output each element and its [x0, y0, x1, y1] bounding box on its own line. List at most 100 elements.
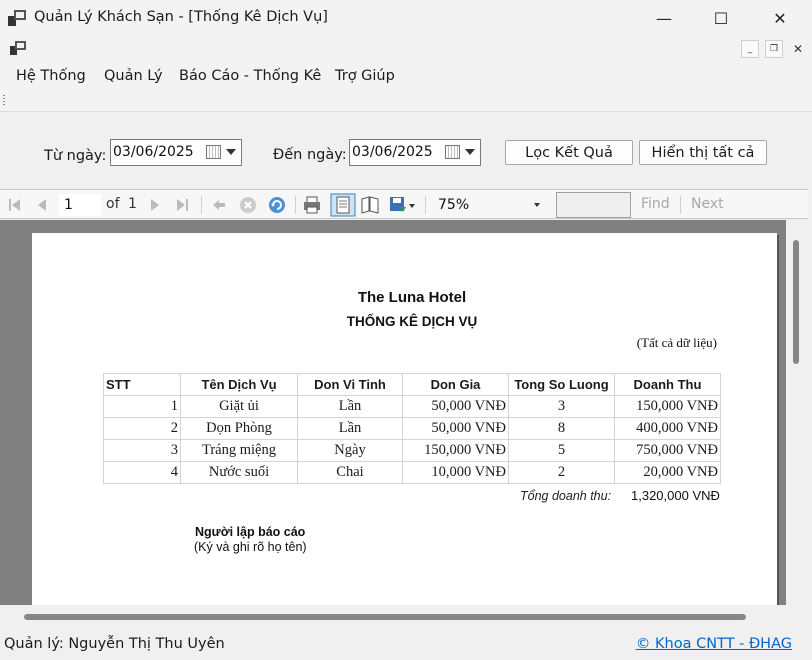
chevron-down-icon[interactable] — [226, 149, 236, 155]
toolstrip-grip-icon[interactable] — [3, 95, 5, 107]
first-page-icon[interactable] — [5, 195, 25, 215]
from-date-value: 03/06/2025 — [113, 144, 194, 160]
maximize-button[interactable]: ☐ — [691, 0, 751, 36]
title-bar: Quản Lý Khách Sạn - [Thống Kê Dịch Vụ] —… — [0, 0, 812, 36]
to-date-label: Đến ngày: — [273, 147, 347, 163]
status-manager: Quản lý: Nguyễn Thị Thu Uyên — [4, 636, 225, 652]
toolbar-separator — [425, 196, 426, 214]
last-page-icon[interactable] — [172, 195, 192, 215]
find-button[interactable]: Find — [641, 196, 670, 212]
table-cell: Tráng miệng — [180, 439, 298, 462]
report-title: THỐNG KÊ DỊCH VỤ — [346, 314, 478, 329]
chevron-down-icon[interactable] — [408, 195, 416, 215]
report-viewer-toolbar: 1 of 1 75% Find Next — [0, 189, 808, 219]
print-layout-icon[interactable] — [330, 193, 356, 217]
chevron-down-icon[interactable] — [465, 149, 475, 155]
table-cell: 3 — [103, 439, 181, 462]
find-input[interactable] — [556, 192, 631, 218]
vertical-scrollbar[interactable] — [786, 220, 808, 605]
table-cell: 400,000 VNĐ — [614, 417, 721, 440]
table-cell: 150,000 VNĐ — [402, 439, 509, 462]
column-header: STT — [103, 373, 181, 396]
table-cell: Lần — [297, 395, 403, 418]
mdi-close-button[interactable]: ✕ — [789, 40, 807, 58]
toolstrip — [0, 90, 812, 112]
filter-panel: Từ ngày: 03/06/2025 Đến ngày: 03/06/2025… — [0, 116, 812, 188]
column-header: Tên Dịch Vụ — [180, 373, 298, 396]
menu-bar: Hệ Thống Quản Lý Báo Cáo - Thống Kê Trợ … — [0, 62, 812, 90]
find-next-button[interactable]: Next — [691, 196, 724, 212]
previous-page-icon[interactable] — [32, 195, 52, 215]
table-row: 1 Giặt ủi Lần 50,000 VNĐ 3 150,000 VNĐ — [103, 395, 721, 418]
table-cell: 150,000 VNĐ — [614, 395, 721, 418]
table-cell: 50,000 VNĐ — [402, 395, 509, 418]
back-icon[interactable] — [209, 195, 229, 215]
calendar-icon[interactable] — [206, 145, 221, 159]
mdi-window-icon — [10, 41, 26, 55]
table-cell: Nước suối — [180, 461, 298, 484]
chevron-down-icon[interactable] — [534, 203, 540, 207]
table-row: 3 Tráng miệng Ngày 150,000 VNĐ 5 750,000… — [103, 439, 721, 462]
total-revenue-label: Tổng doanh thu: — [520, 489, 612, 503]
from-date-picker[interactable]: 03/06/2025 — [110, 139, 242, 166]
column-header: Tong So Luong — [508, 373, 615, 396]
signer-note: (Ký và ghi rõ họ tên) — [194, 540, 307, 554]
to-date-picker[interactable]: 03/06/2025 — [349, 139, 481, 166]
toolbar-separator — [295, 196, 296, 214]
menu-tro-giup[interactable]: Trợ Giúp — [335, 68, 395, 84]
column-header: Don Gia — [402, 373, 509, 396]
minimize-button[interactable]: — — [634, 0, 694, 36]
close-button[interactable]: ✕ — [750, 0, 810, 36]
zoom-select[interactable]: 75% — [434, 194, 546, 216]
signer-title: Người lập báo cáo — [195, 525, 306, 539]
mdi-restore-button[interactable]: ❐ — [765, 40, 783, 58]
to-date-value: 03/06/2025 — [352, 144, 433, 160]
table-header-row: STT Tên Dịch Vụ Don Vi Tinh Don Gia Tong… — [103, 373, 721, 396]
table-cell: 5 — [508, 439, 615, 462]
mdi-minimize-button[interactable]: _ — [741, 40, 759, 58]
total-revenue-value: 1,320,000 VNĐ — [631, 488, 720, 503]
column-header: Doanh Thu — [614, 373, 721, 396]
show-all-button[interactable]: Hiển thị tất cả — [639, 140, 767, 165]
table-cell: 3 — [508, 395, 615, 418]
calendar-icon[interactable] — [445, 145, 460, 159]
next-page-icon[interactable] — [145, 195, 165, 215]
zoom-value: 75% — [438, 197, 470, 213]
menu-he-thong[interactable]: Hệ Thống — [16, 68, 86, 84]
page-setup-icon[interactable] — [360, 195, 380, 215]
page-number-input[interactable]: 1 — [59, 194, 101, 216]
report-note: (Tất cả dữ liệu) — [636, 335, 717, 350]
column-header: Don Vi Tinh — [297, 373, 403, 396]
table-cell: 20,000 VNĐ — [614, 461, 721, 484]
report-hotel-name: The Luna Hotel — [357, 289, 467, 306]
menu-bao-cao-thong-ke[interactable]: Báo Cáo - Thống Kê — [179, 68, 321, 84]
print-icon[interactable] — [302, 195, 322, 215]
filter-button[interactable]: Lọc Kết Quả — [505, 140, 633, 165]
stop-icon[interactable] — [238, 195, 258, 215]
report-table: STT Tên Dịch Vụ Don Vi Tinh Don Gia Tong… — [103, 373, 721, 484]
table-cell: 2 — [103, 417, 181, 440]
table-cell: Chai — [297, 461, 403, 484]
report-viewer[interactable]: The Luna Hotel THỐNG KÊ DỊCH VỤ (Tất cả … — [0, 220, 808, 605]
table-cell: 750,000 VNĐ — [614, 439, 721, 462]
refresh-icon[interactable] — [267, 195, 287, 215]
table-cell: 8 — [508, 417, 615, 440]
table-cell: 4 — [103, 461, 181, 484]
vertical-scroll-thumb[interactable] — [793, 240, 799, 364]
mdi-child-bar — [0, 36, 812, 62]
copyright-link[interactable]: © Khoa CNTT - ĐHAG — [636, 636, 792, 652]
menu-quan-ly[interactable]: Quản Lý — [104, 68, 163, 84]
horizontal-scrollbar[interactable] — [0, 605, 808, 627]
app-icon — [8, 10, 26, 26]
from-date-label: Từ ngày: — [44, 148, 107, 164]
export-icon[interactable] — [388, 195, 408, 215]
table-cell: 50,000 VNĐ — [402, 417, 509, 440]
page-of-label: of — [106, 196, 120, 212]
table-cell: 10,000 VNĐ — [402, 461, 509, 484]
toolbar-separator — [201, 196, 202, 214]
table-cell: Lần — [297, 417, 403, 440]
report-page: The Luna Hotel THỐNG KÊ DỊCH VỤ (Tất cả … — [32, 233, 777, 605]
table-cell: Giặt ủi — [180, 395, 298, 418]
total-pages: 1 — [128, 196, 137, 212]
horizontal-scroll-thumb[interactable] — [24, 614, 746, 620]
